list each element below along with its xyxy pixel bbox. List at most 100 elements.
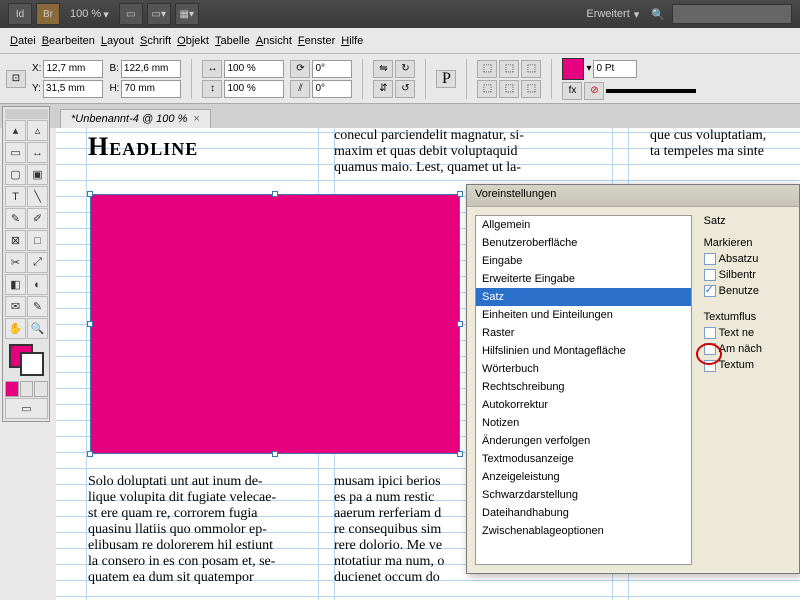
tools-grip[interactable]: [5, 109, 48, 119]
align-icon-1[interactable]: ⬚: [477, 60, 497, 78]
handle-tm[interactable]: [272, 191, 278, 197]
chk-absatz[interactable]: [704, 253, 716, 265]
apply-color-2[interactable]: [20, 381, 34, 397]
handle-bm[interactable]: [272, 451, 278, 457]
category-item[interactable]: Änderungen verfolgen: [476, 432, 691, 450]
screen-icon[interactable]: ▭▾: [147, 3, 171, 25]
category-item[interactable]: Erweiterte Eingabe: [476, 270, 691, 288]
stroke-field[interactable]: [593, 60, 637, 78]
reference-point-icon[interactable]: ⊡: [6, 70, 26, 88]
align-icon-2[interactable]: ⬚: [499, 60, 519, 78]
category-item[interactable]: Notizen: [476, 414, 691, 432]
view-mode-tool[interactable]: ▭: [5, 398, 48, 419]
rotate-ccw-icon[interactable]: ↺: [395, 80, 415, 98]
handle-br[interactable]: [457, 451, 463, 457]
stroke-color[interactable]: [20, 352, 44, 376]
handle-tl[interactable]: [87, 191, 93, 197]
category-item[interactable]: Zwischenablageoptionen: [476, 522, 691, 540]
menu-tabelle[interactable]: Tabelle: [215, 35, 250, 47]
apply-color-1[interactable]: [5, 381, 19, 397]
pen-tool[interactable]: ✎: [5, 208, 26, 229]
y-field[interactable]: [43, 80, 103, 98]
zoom-level[interactable]: 100 % ▾: [70, 8, 109, 21]
pencil-tool[interactable]: ✐: [27, 208, 48, 229]
category-item[interactable]: Hilfslinien und Montagefläche: [476, 342, 691, 360]
search-input[interactable]: [672, 4, 792, 24]
gradient-feather-tool[interactable]: ◐: [27, 274, 48, 295]
x-field[interactable]: [43, 60, 103, 78]
scale-x-field[interactable]: [224, 60, 284, 78]
fill-swatch[interactable]: [562, 58, 584, 80]
eyedropper-tool[interactable]: ✎: [27, 296, 48, 317]
category-item[interactable]: Anzeigeleistung: [476, 468, 691, 486]
free-transform-tool[interactable]: ⤢: [27, 252, 48, 273]
bridge-icon[interactable]: Br: [36, 3, 60, 25]
category-item[interactable]: Rechtschreibung: [476, 378, 691, 396]
handle-tr[interactable]: [457, 191, 463, 197]
workspace-switcher[interactable]: Erweitert ▾: [586, 8, 639, 21]
menu-schrift[interactable]: Schrift: [140, 35, 171, 47]
selection-tool[interactable]: ▴: [5, 120, 26, 141]
category-item[interactable]: Dateihandhabung: [476, 504, 691, 522]
preferences-categories[interactable]: AllgemeinBenutzeroberflächeEingabeErweit…: [475, 215, 692, 565]
flip-h-icon[interactable]: ⇋: [373, 60, 393, 78]
category-item[interactable]: Einheiten und Einteilungen: [476, 306, 691, 324]
apply-color-3[interactable]: [34, 381, 48, 397]
rectangle-frame-tool[interactable]: ⊠: [5, 230, 26, 251]
flip-v-icon[interactable]: ⇵: [373, 80, 393, 98]
type-tool[interactable]: T: [5, 186, 26, 207]
category-item[interactable]: Raster: [476, 324, 691, 342]
hand-tool[interactable]: ✋: [5, 318, 26, 339]
category-item[interactable]: Eingabe: [476, 252, 691, 270]
h-field[interactable]: [121, 80, 181, 98]
paragraph-icon[interactable]: P: [436, 70, 456, 88]
content-collector-tool[interactable]: ▢: [5, 164, 26, 185]
category-item[interactable]: Wörterbuch: [476, 360, 691, 378]
menu-fenster[interactable]: Fenster: [298, 35, 335, 47]
scissors-tool[interactable]: ✂: [5, 252, 26, 273]
menu-layout[interactable]: Layout: [101, 35, 134, 47]
align-icon-6[interactable]: ⬚: [521, 80, 541, 98]
align-icon-4[interactable]: ⬚: [477, 80, 497, 98]
category-item[interactable]: Autokorrektur: [476, 396, 691, 414]
gap-tool[interactable]: ↔: [27, 142, 48, 163]
w-field[interactable]: [121, 60, 181, 78]
handle-mr[interactable]: [457, 321, 463, 327]
page-tool[interactable]: ▭: [5, 142, 26, 163]
rotate-cw-icon[interactable]: ↻: [395, 60, 415, 78]
rotate-field[interactable]: [312, 60, 352, 78]
shear-field[interactable]: [312, 80, 352, 98]
chk-silben[interactable]: [704, 269, 716, 281]
none-icon[interactable]: ⊘: [584, 82, 604, 100]
align-icon-3[interactable]: ⬚: [521, 60, 541, 78]
menu-ansicht[interactable]: Ansicht: [256, 35, 292, 47]
chk-textne[interactable]: [704, 327, 716, 339]
note-tool[interactable]: ✉: [5, 296, 26, 317]
handle-bl[interactable]: [87, 451, 93, 457]
document-tab[interactable]: *Unbenannt-4 @ 100 % ×: [60, 109, 211, 128]
category-item[interactable]: Allgemein: [476, 216, 691, 234]
align-icon-5[interactable]: ⬚: [499, 80, 519, 98]
app-icon[interactable]: Id: [8, 3, 32, 25]
direct-selection-tool[interactable]: ▵: [27, 120, 48, 141]
scale-y-field[interactable]: [224, 80, 284, 98]
category-item[interactable]: Textmodusanzeige: [476, 450, 691, 468]
content-placer-tool[interactable]: ▣: [27, 164, 48, 185]
menu-hilfe[interactable]: Hilfe: [341, 35, 363, 47]
arrange-icon[interactable]: ▦▾: [175, 3, 199, 25]
selected-frame[interactable]: [90, 194, 460, 454]
zoom-tool[interactable]: 🔍: [27, 318, 48, 339]
category-item[interactable]: Schwarzdarstellung: [476, 486, 691, 504]
line-tool[interactable]: ╲: [27, 186, 48, 207]
menu-objekt[interactable]: Objekt: [177, 35, 209, 47]
fx-icon[interactable]: fx: [562, 82, 582, 100]
category-item[interactable]: Benutzeroberfläche: [476, 234, 691, 252]
gradient-swatch-tool[interactable]: ◧: [5, 274, 26, 295]
close-icon[interactable]: ×: [193, 113, 199, 125]
rectangle-tool[interactable]: □: [27, 230, 48, 251]
chk-benutze[interactable]: [704, 285, 716, 297]
menu-datei[interactable]: Datei: [10, 35, 36, 47]
handle-ml[interactable]: [87, 321, 93, 327]
menu-bearbeiten[interactable]: Bearbeiten: [42, 35, 95, 47]
view-icon[interactable]: ▭: [119, 3, 143, 25]
